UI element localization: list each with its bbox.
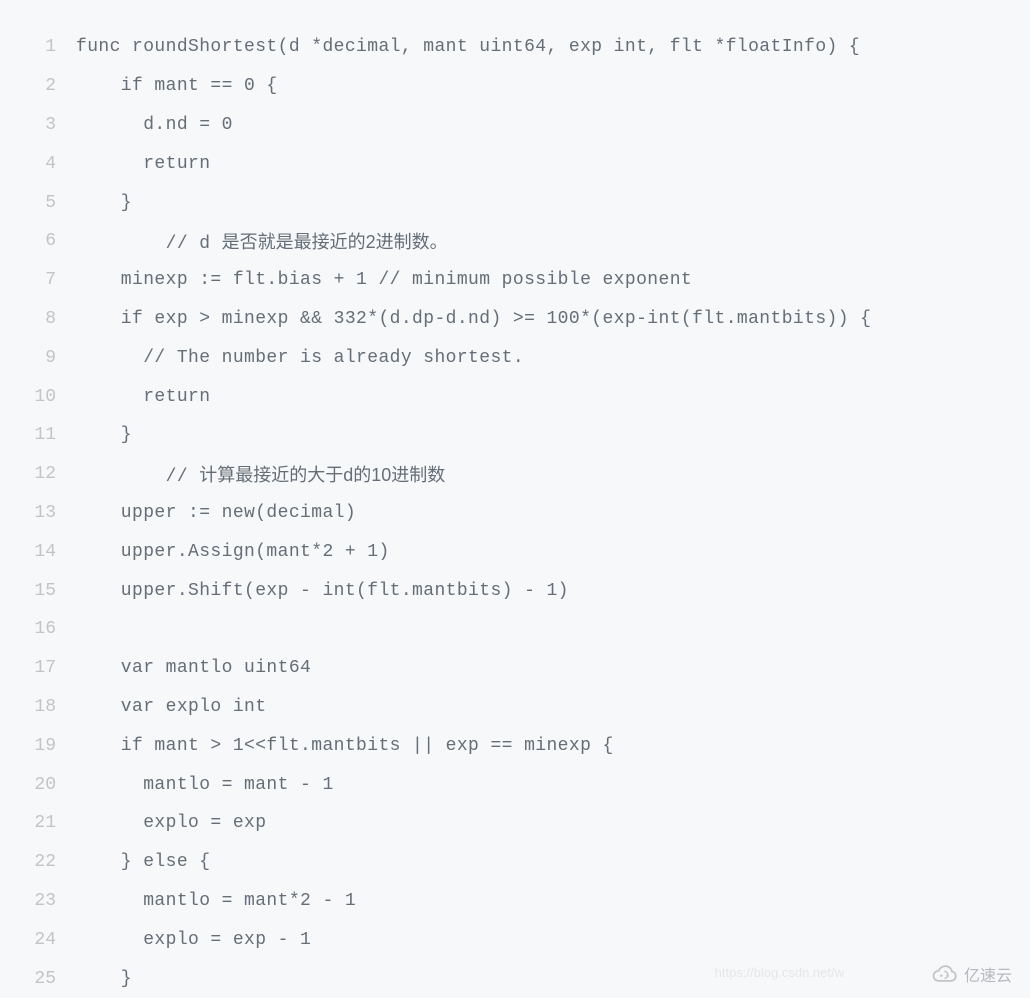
code-text: upper := new(decimal): [76, 503, 356, 523]
line-number: 19: [0, 736, 76, 756]
code-line: 19 if mant > 1<<flt.mantbits || exp == m…: [0, 726, 1030, 765]
code-text: func roundShortest(d *decimal, mant uint…: [76, 37, 860, 57]
code-line: 18 var explo int: [0, 688, 1030, 727]
code-line: 2 if mant == 0 {: [0, 67, 1030, 106]
line-number: 21: [0, 813, 76, 833]
line-number: 6: [0, 231, 76, 251]
line-number: 24: [0, 930, 76, 950]
watermark-brand: 亿速云: [964, 962, 1012, 986]
code-text: return: [76, 154, 210, 174]
code-line: 24 explo = exp - 1: [0, 920, 1030, 959]
code-text: mantlo = mant*2 - 1: [76, 891, 356, 911]
code-line: 9 // The number is already shortest.: [0, 338, 1030, 377]
code-text: // The number is already shortest.: [76, 348, 524, 368]
line-number: 10: [0, 387, 76, 407]
code-text: if mant == 0 {: [76, 76, 278, 96]
code-text: if mant > 1<<flt.mantbits || exp == mine…: [76, 736, 614, 756]
code-text: d.nd = 0: [76, 115, 233, 135]
code-line: 4 return: [0, 144, 1030, 183]
line-number: 23: [0, 891, 76, 911]
code-line: 22 } else {: [0, 843, 1030, 882]
line-number: 1: [0, 37, 76, 57]
code-text: if exp > minexp && 332*(d.dp-d.nd) >= 10…: [76, 309, 871, 329]
code-line: 15 upper.Shift(exp - int(flt.mantbits) -…: [0, 571, 1030, 610]
line-number: 2: [0, 76, 76, 96]
code-line: 5 }: [0, 183, 1030, 222]
code-line: 20 mantlo = mant - 1: [0, 765, 1030, 804]
code-text: var mantlo uint64: [76, 658, 311, 678]
code-text: }: [76, 969, 132, 989]
code-line: 12 // 计算最接近的大于d的10进制数: [0, 455, 1030, 494]
line-number: 20: [0, 775, 76, 795]
code-text: // 计算最接近的大于d的10进制数: [76, 461, 445, 487]
code-line: 8 if exp > minexp && 332*(d.dp-d.nd) >= …: [0, 300, 1030, 339]
line-number: 3: [0, 115, 76, 135]
code-line: 16: [0, 610, 1030, 649]
code-line: 6 // d 是否就是最接近的2进制数。: [0, 222, 1030, 261]
code-text: minexp := flt.bias + 1 // minimum possib…: [76, 270, 692, 290]
code-text: mantlo = mant - 1: [76, 775, 334, 795]
code-line: 7 minexp := flt.bias + 1 // minimum poss…: [0, 261, 1030, 300]
line-number: 17: [0, 658, 76, 678]
line-number: 16: [0, 619, 76, 639]
line-number: 7: [0, 270, 76, 290]
code-line: 11 }: [0, 416, 1030, 455]
code-text: } else {: [76, 852, 210, 872]
code-text: explo = exp - 1: [76, 930, 311, 950]
code-line: 25 }: [0, 959, 1030, 998]
line-number: 12: [0, 464, 76, 484]
line-number: 15: [0, 581, 76, 601]
watermark-logo: 亿速云: [930, 962, 1012, 986]
code-line: 1func roundShortest(d *decimal, mant uin…: [0, 28, 1030, 67]
code-text: explo = exp: [76, 813, 266, 833]
line-number: 4: [0, 154, 76, 174]
line-number: 9: [0, 348, 76, 368]
code-line: 17 var mantlo uint64: [0, 649, 1030, 688]
code-text: }: [76, 425, 132, 445]
line-number: 5: [0, 193, 76, 213]
line-number: 25: [0, 969, 76, 989]
code-block: 1func roundShortest(d *decimal, mant uin…: [0, 0, 1030, 998]
code-line: 3 d.nd = 0: [0, 106, 1030, 145]
code-line: 23 mantlo = mant*2 - 1: [0, 882, 1030, 921]
watermark-url: https://blog.csdn.net/w: [715, 965, 844, 980]
line-number: 11: [0, 425, 76, 445]
code-line: 13 upper := new(decimal): [0, 494, 1030, 533]
cloud-icon: [930, 964, 958, 984]
code-text: upper.Assign(mant*2 + 1): [76, 542, 390, 562]
line-number: 14: [0, 542, 76, 562]
line-number: 18: [0, 697, 76, 717]
line-number: 22: [0, 852, 76, 872]
code-text: upper.Shift(exp - int(flt.mantbits) - 1): [76, 581, 569, 601]
code-text: var explo int: [76, 697, 266, 717]
code-text: }: [76, 193, 132, 213]
code-text: return: [76, 387, 210, 407]
code-line: 10 return: [0, 377, 1030, 416]
line-number: 8: [0, 309, 76, 329]
code-text: // d 是否就是最接近的2进制数。: [76, 228, 448, 254]
line-number: 13: [0, 503, 76, 523]
code-line: 14 upper.Assign(mant*2 + 1): [0, 532, 1030, 571]
code-line: 21 explo = exp: [0, 804, 1030, 843]
